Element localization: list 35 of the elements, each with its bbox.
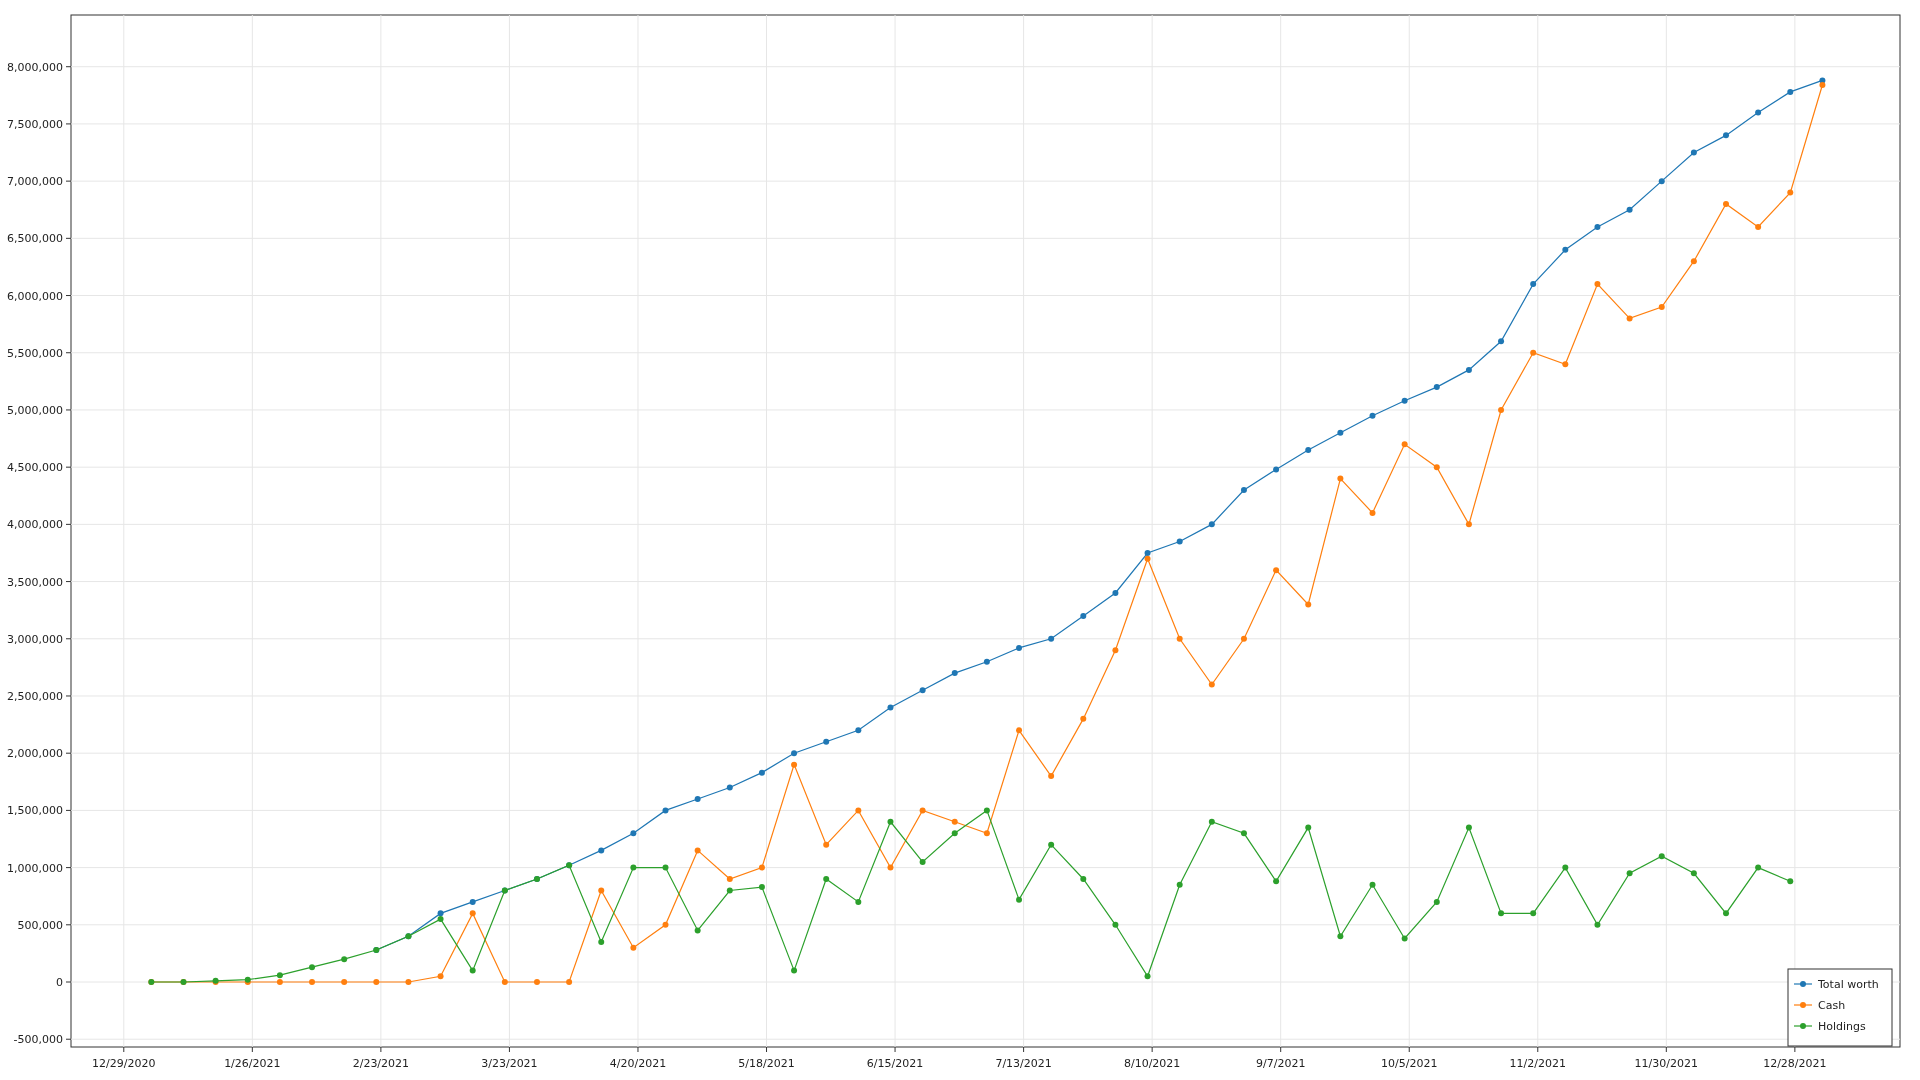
y-axis-label: 6,000,000: [7, 289, 63, 303]
y-axis-label: 6,500,000: [7, 232, 63, 246]
x-axis-label: 2/23/2021: [352, 1057, 410, 1070]
y-axis-label: 1,500,000: [7, 804, 63, 818]
y-axis-label: 500,000: [17, 918, 63, 932]
y-axis-label: 3,000,000: [7, 632, 63, 646]
y-axis-label: 1,000,000: [7, 861, 63, 875]
x-axis-label: 12/28/2021: [1763, 1057, 1827, 1070]
x-axis-label: 6/15/2021: [866, 1057, 924, 1070]
x-axis-label: 4/20/2021: [609, 1057, 667, 1070]
x-axis-label: 8/10/2021: [1123, 1057, 1181, 1070]
y-axis-label: 0: [56, 976, 63, 989]
y-axis-label: 4,000,000: [7, 518, 63, 532]
y-axis-label: 7,000,000: [7, 175, 63, 189]
x-axis-label: 12/29/2020: [92, 1057, 156, 1070]
y-axis-label: 7,500,000: [7, 117, 63, 131]
y-axis-label: 4,500,000: [7, 461, 63, 475]
legend-label: Holdings: [1818, 1020, 1866, 1033]
legend-label: Cash: [1818, 999, 1846, 1012]
y-axis-label: 3,500,000: [7, 575, 63, 589]
x-axis-label: 1/26/2021: [224, 1057, 281, 1070]
x-axis-label: 10/5/2021: [1381, 1057, 1438, 1070]
y-axis-label: 2,500,000: [7, 690, 63, 703]
x-axis-label: 11/30/2021: [1634, 1057, 1699, 1070]
x-axis-label: 3/23/2021: [481, 1057, 538, 1070]
y-axis-label: 5,500,000: [7, 346, 63, 360]
y-axis-label: 8,000,000: [7, 60, 63, 74]
x-axis-label: 7/13/2021: [995, 1057, 1052, 1070]
x-axis-label: 5/18/2021: [738, 1057, 795, 1070]
x-axis-label: 11/2/2021: [1509, 1057, 1566, 1070]
legend-label: Total worth: [1818, 978, 1879, 991]
y-axis-label: 2,000,000: [7, 747, 63, 761]
y-axis-label: -500,000: [13, 1033, 63, 1047]
x-axis-label: 9/7/2021: [1256, 1057, 1306, 1070]
y-axis-label: 5,000,000: [7, 403, 63, 417]
